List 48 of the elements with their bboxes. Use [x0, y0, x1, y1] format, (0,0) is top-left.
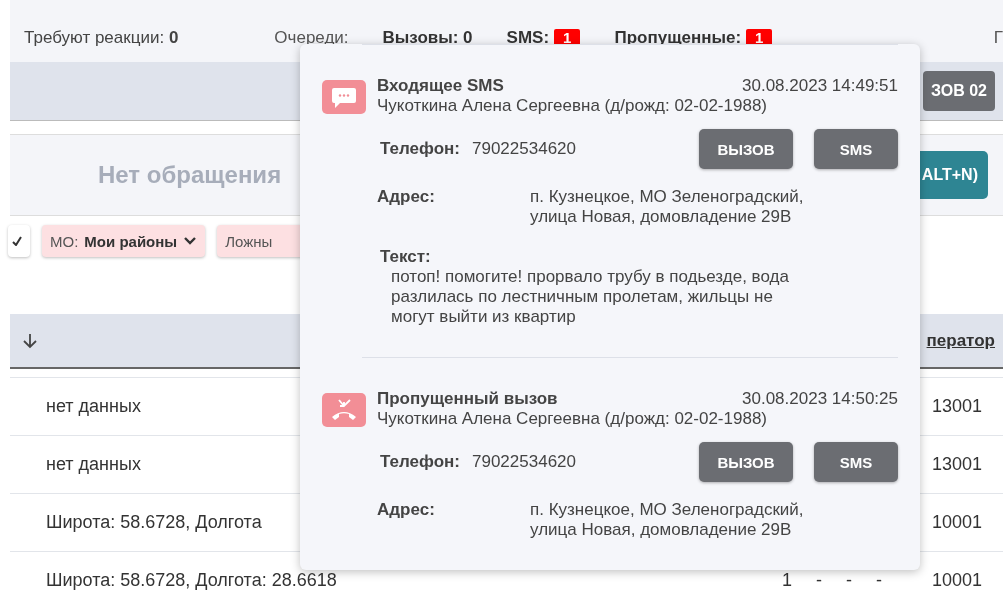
notification-time: 30.08.2023 14:49:51: [742, 76, 898, 96]
notification-title: Входящее SMS: [377, 76, 504, 96]
table-cell: нет данных: [46, 454, 141, 474]
table-cell: -: [876, 570, 882, 590]
table-cell: -: [816, 570, 822, 590]
attention-count: Требуют реакции: 0: [24, 28, 179, 48]
caller-name: Чукоткина Алена Сергеевна (д/рожд: 02-02-1988): [377, 409, 768, 429]
text-label: Текст:: [380, 247, 432, 267]
table-cell: нет данных: [46, 396, 141, 416]
table-cell: 1: [782, 570, 792, 590]
table-cell: 13001: [932, 454, 983, 475]
phone-label: Телефон:: [380, 139, 460, 159]
check-icon: [12, 236, 22, 246]
table-cell: 13001: [932, 396, 983, 417]
table-cell: Широта: 58.6728, Долгота: 28.6618: [46, 570, 337, 590]
queue-label: Пропущенные:: [614, 28, 742, 48]
queue-count: Вызовы: 0: [382, 28, 473, 48]
queue-label: SMS:: [506, 28, 550, 48]
queues-label: Очереди:: [274, 28, 349, 48]
operator-column-header[interactable]: ператор: [926, 330, 995, 351]
action-button[interactable]: SMS: [814, 442, 898, 482]
district-filter[interactable]: МО: Мои районы: [42, 225, 206, 257]
notification-title: Пропущенный вызов: [377, 389, 558, 409]
message-icon: [322, 80, 366, 114]
table-cell: -: [846, 570, 852, 590]
message-text: потоп! помогите! прорвало трубу в подьезде, вода разлилась по лестничным пролетам, жильцы не могут выйти из квартир: [391, 267, 790, 327]
call-button[interactable]: ЗОВ 02: [922, 71, 995, 111]
address-value: п. Кузнецкое, МО Зеленоградский, улица Новая, домовладение 29В: [530, 500, 804, 540]
action-button[interactable]: SMS: [814, 129, 898, 169]
phone-label: Телефон:: [380, 452, 460, 472]
address-label: Адрес:: [377, 187, 436, 208]
address-label: Адрес:: [377, 500, 436, 521]
address-value: п. Кузнецкое, МО Зеленоградский, улица Новая, домовладение 29В: [530, 187, 804, 227]
action-button[interactable]: ВЫЗОВ: [699, 442, 793, 482]
check-filter[interactable]: [8, 225, 30, 257]
arrow-down-icon[interactable]: [22, 331, 38, 350]
phone-number: 79022534620: [472, 452, 576, 472]
phone-number: 79022534620: [472, 139, 576, 159]
table-cell: Широта: 58.6728, Долгота: [46, 512, 262, 532]
table-cell: 10001: [932, 512, 983, 533]
status-text: Г: [993, 28, 1003, 48]
empty-message: Нет обращения: [98, 161, 282, 189]
notification-time: 30.08.2023 14:50:25: [742, 389, 898, 409]
caller-name: Чукоткина Алена Сергеевна (д/рожд: 02-02-1988): [377, 96, 768, 116]
action-button[interactable]: ВЫЗОВ: [699, 129, 793, 169]
missed-call-icon: [322, 393, 366, 427]
chevron-down-icon: [183, 236, 198, 246]
table-cell: 10001: [932, 570, 983, 590]
